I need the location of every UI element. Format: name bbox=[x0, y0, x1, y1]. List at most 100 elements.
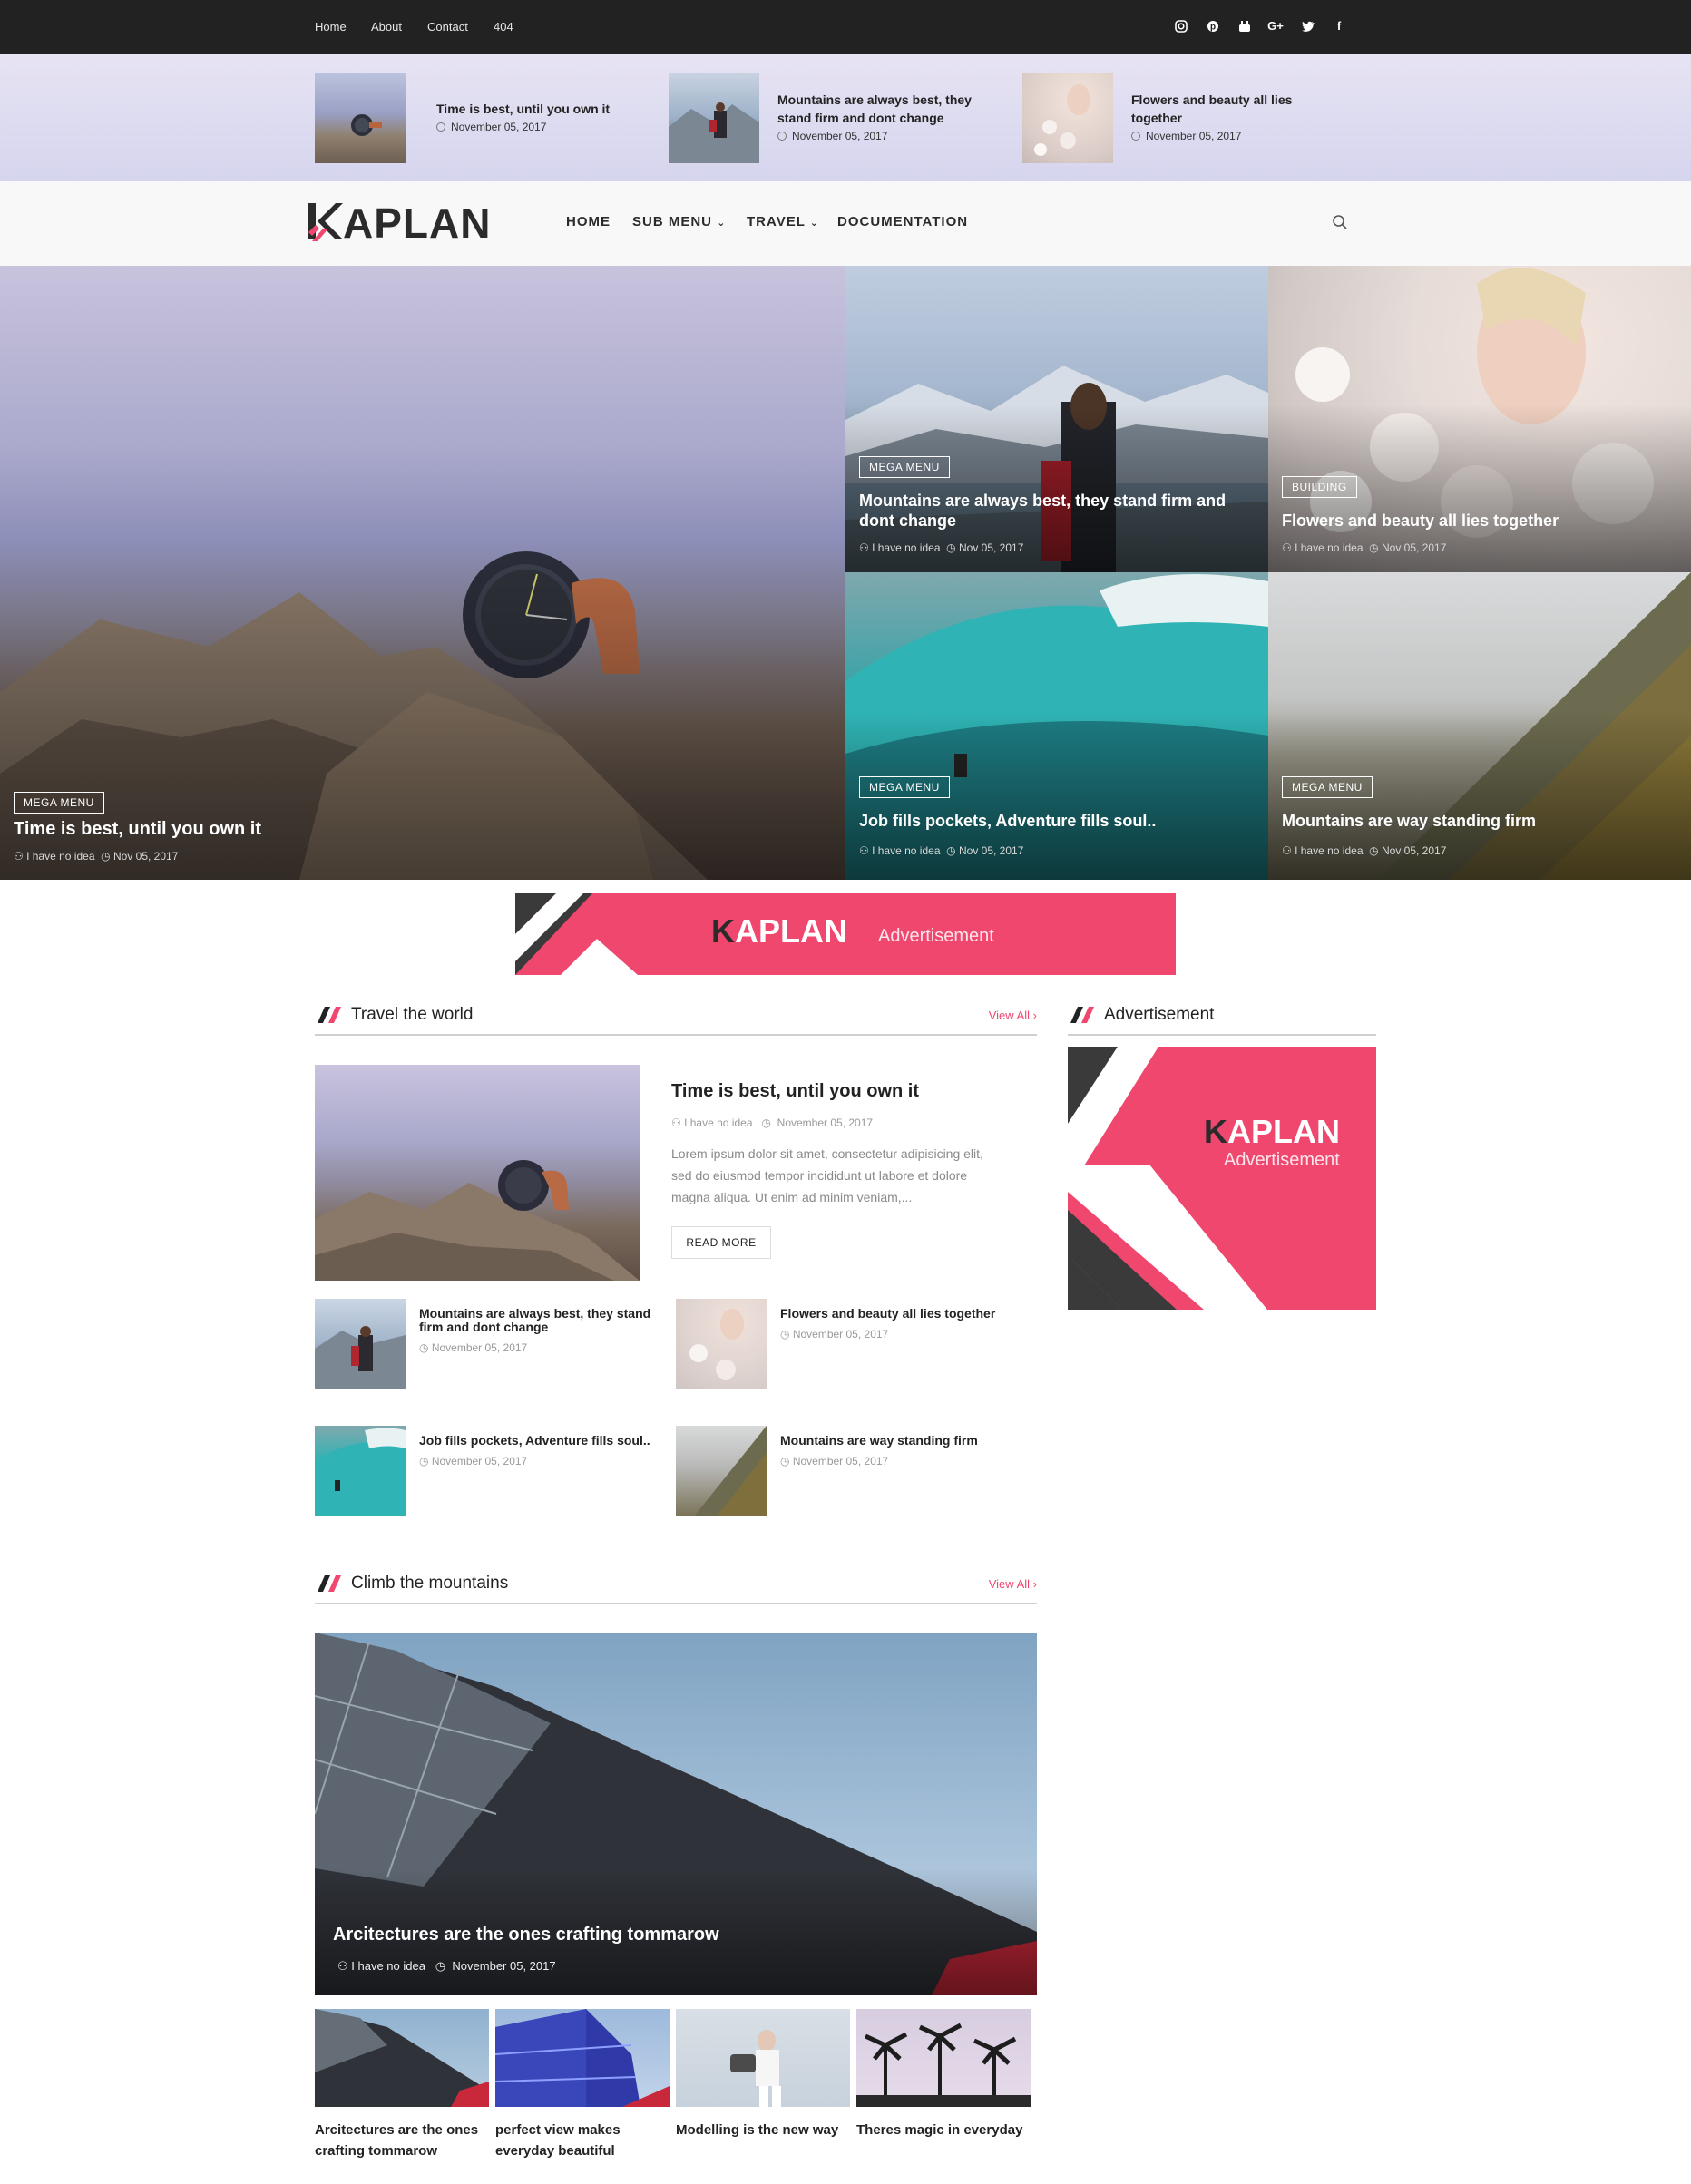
hero-tile-2[interactable]: BUILDING Flowers and beauty all lies tog… bbox=[1268, 266, 1691, 572]
trending-date-2: November 05, 2017 bbox=[777, 130, 887, 142]
top-link-about[interactable]: About bbox=[371, 20, 402, 34]
trending-date-1: November 05, 2017 bbox=[436, 121, 546, 133]
climb-item-title-2[interactable]: perfect view makes everyday beautiful bbox=[495, 2120, 672, 2161]
section-slash-icon bbox=[1070, 1007, 1094, 1023]
travel-item-date-3: ◷ November 05, 2017 bbox=[419, 1455, 528, 1467]
view-all-travel[interactable]: View All › bbox=[989, 1009, 1037, 1022]
clock-icon: ◷ bbox=[101, 850, 113, 863]
clock-icon: ◷ bbox=[780, 1455, 793, 1467]
ad-banner[interactable]: KAPLAN Advertisement bbox=[515, 893, 1176, 975]
travel-featured-excerpt: Lorem ipsum dolor sit amet, consectetur … bbox=[671, 1146, 983, 1204]
climb-item-title-4[interactable]: Theres magic in everyday bbox=[856, 2120, 1033, 2140]
site-logo[interactable]: APLAN bbox=[308, 201, 491, 245]
trending-title-1[interactable]: Time is best, until you own it bbox=[436, 100, 645, 118]
facebook-icon[interactable]: f bbox=[1330, 17, 1348, 35]
clock-icon: ◷ bbox=[780, 1328, 793, 1341]
category-badge[interactable]: MEGA MENU bbox=[859, 456, 950, 478]
google-plus-icon[interactable]: G+ bbox=[1266, 17, 1285, 35]
clock-icon bbox=[436, 122, 445, 132]
travel-item-thumb-1[interactable] bbox=[315, 1299, 406, 1389]
view-all-climb[interactable]: View All › bbox=[989, 1577, 1037, 1591]
section-header-climb: Climb the mountains View All › bbox=[315, 1568, 1037, 1604]
user-icon: ⚇ bbox=[1282, 541, 1295, 554]
sidebar-ad-label: Advertisement bbox=[1224, 1150, 1340, 1170]
section-slash-icon bbox=[318, 1575, 341, 1592]
read-more-button[interactable]: READ MORE bbox=[671, 1226, 771, 1259]
climb-featured-image[interactable]: Arcitectures are the ones crafting tomma… bbox=[315, 1633, 1037, 1995]
climb-featured-meta: ⚇ I have no idea ◷ November 05, 2017 bbox=[337, 1959, 556, 1973]
travel-item-date-4: ◷ November 05, 2017 bbox=[780, 1455, 889, 1467]
sidebar-ad[interactable]: KAPLAN Advertisement bbox=[1068, 1047, 1376, 1310]
pinterest-icon[interactable]: p bbox=[1204, 17, 1222, 35]
trending-thumb-2[interactable] bbox=[669, 73, 759, 163]
chevron-right-icon: › bbox=[1032, 1009, 1037, 1022]
climb-item-thumb-4[interactable] bbox=[856, 2009, 1031, 2107]
hero-main-meta: ⚇ I have no idea ◷ Nov 05, 2017 bbox=[14, 850, 179, 863]
climb-featured-title[interactable]: Arcitectures are the ones crafting tomma… bbox=[333, 1925, 719, 1945]
section-header-travel: Travel the world View All › bbox=[315, 999, 1037, 1036]
hero-tile-2-title[interactable]: Flowers and beauty all lies together bbox=[1282, 511, 1672, 531]
section-title-advertisement: Advertisement bbox=[1104, 1005, 1215, 1024]
twitter-icon[interactable] bbox=[1299, 17, 1317, 35]
search-icon[interactable] bbox=[1332, 214, 1348, 230]
nav-documentation[interactable]: DOCUMENTATION bbox=[837, 214, 968, 229]
top-link-contact[interactable]: Contact bbox=[427, 20, 468, 34]
ad-banner-label: Advertisement bbox=[878, 926, 994, 946]
youtube-icon[interactable] bbox=[1236, 17, 1254, 35]
chevron-right-icon: › bbox=[1032, 1577, 1037, 1591]
travel-item-title-1[interactable]: Mountains are always best, they stand fi… bbox=[419, 1307, 673, 1334]
climb-item-title-3[interactable]: Modelling is the new way bbox=[676, 2120, 853, 2140]
clock-icon: ◷ bbox=[761, 1116, 775, 1129]
clock-icon: ◷ bbox=[419, 1455, 432, 1467]
top-link-404[interactable]: 404 bbox=[494, 20, 513, 34]
category-badge[interactable]: BUILDING bbox=[1282, 476, 1357, 498]
travel-item-thumb-2[interactable] bbox=[676, 1299, 767, 1389]
travel-featured-meta: ⚇ I have no idea ◷ November 05, 2017 bbox=[671, 1116, 874, 1129]
category-badge[interactable]: MEGA MENU bbox=[14, 792, 104, 814]
hero-tile-3[interactable]: MEGA MENU Job fills pockets, Adventure f… bbox=[846, 572, 1268, 880]
climb-item-thumb-3[interactable] bbox=[676, 2009, 850, 2107]
travel-item-title-2[interactable]: Flowers and beauty all lies together bbox=[780, 1307, 1034, 1321]
user-icon: ⚇ bbox=[859, 541, 873, 554]
climb-item-title-1[interactable]: Arcitectures are the ones crafting tomma… bbox=[315, 2120, 492, 2161]
hero-tile-3-meta: ⚇ I have no idea ◷ Nov 05, 2017 bbox=[859, 844, 1024, 857]
travel-item-date-2: ◷ November 05, 2017 bbox=[780, 1328, 889, 1341]
category-badge[interactable]: MEGA MENU bbox=[859, 776, 950, 798]
clock-icon: ◷ bbox=[435, 1959, 449, 1973]
category-badge[interactable]: MEGA MENU bbox=[1282, 776, 1373, 798]
climb-item-thumb-1[interactable] bbox=[315, 2009, 489, 2107]
section-header-advertisement: Advertisement bbox=[1068, 999, 1376, 1036]
hero-tile-3-title[interactable]: Job fills pockets, Adventure fills soul.… bbox=[859, 811, 1249, 831]
trending-title-3[interactable]: Flowers and beauty all lies together bbox=[1131, 91, 1340, 127]
clock-icon: ◷ bbox=[1369, 844, 1382, 857]
instagram-icon[interactable] bbox=[1172, 17, 1190, 35]
hero-tile-1[interactable]: MEGA MENU Mountains are always best, the… bbox=[846, 266, 1268, 572]
nav-home[interactable]: HOME bbox=[566, 214, 611, 229]
nav-travel[interactable]: TRAVEL ⌄ bbox=[747, 214, 819, 229]
hero-tile-1-title[interactable]: Mountains are always best, they stand fi… bbox=[859, 491, 1249, 531]
travel-item-thumb-3[interactable] bbox=[315, 1426, 406, 1516]
hero-tile-4-title[interactable]: Mountains are way standing firm bbox=[1282, 811, 1672, 831]
travel-item-thumb-4[interactable] bbox=[676, 1426, 767, 1516]
trending-strip: Time is best, until you own it November … bbox=[0, 54, 1691, 181]
trending-title-2[interactable]: Mountains are always best, they stand fi… bbox=[777, 91, 986, 127]
hero-tile-4[interactable]: MEGA MENU Mountains are way standing fir… bbox=[1268, 572, 1691, 880]
site-header: APLAN HOME SUB MENU ⌄ TRAVEL ⌄ DOCUMENTA… bbox=[0, 181, 1691, 266]
travel-featured-image[interactable] bbox=[315, 1065, 640, 1281]
clock-icon: ◷ bbox=[946, 541, 959, 554]
trending-thumb-3[interactable] bbox=[1022, 73, 1113, 163]
travel-item-title-4[interactable]: Mountains are way standing firm bbox=[780, 1434, 1034, 1448]
sidebar-ad-logo: KAPLAN bbox=[1204, 1113, 1340, 1150]
top-link-home[interactable]: Home bbox=[315, 20, 347, 34]
trending-thumb-1[interactable] bbox=[315, 73, 406, 163]
travel-featured-title[interactable]: Time is best, until you own it bbox=[671, 1081, 919, 1102]
section-title-climb: Climb the mountains bbox=[351, 1574, 509, 1593]
climb-item-thumb-2[interactable] bbox=[495, 2009, 670, 2107]
travel-item-date-1: ◷ November 05, 2017 bbox=[419, 1341, 528, 1354]
hero-main[interactable]: MEGA MENU Time is best, until you own it… bbox=[0, 266, 846, 880]
hero-main-title[interactable]: Time is best, until you own it bbox=[14, 819, 261, 839]
clock-icon: ◷ bbox=[946, 844, 959, 857]
nav-sub-menu[interactable]: SUB MENU ⌄ bbox=[632, 214, 726, 229]
section-slash-icon bbox=[318, 1007, 341, 1023]
travel-item-title-3[interactable]: Job fills pockets, Adventure fills soul.… bbox=[419, 1434, 673, 1448]
